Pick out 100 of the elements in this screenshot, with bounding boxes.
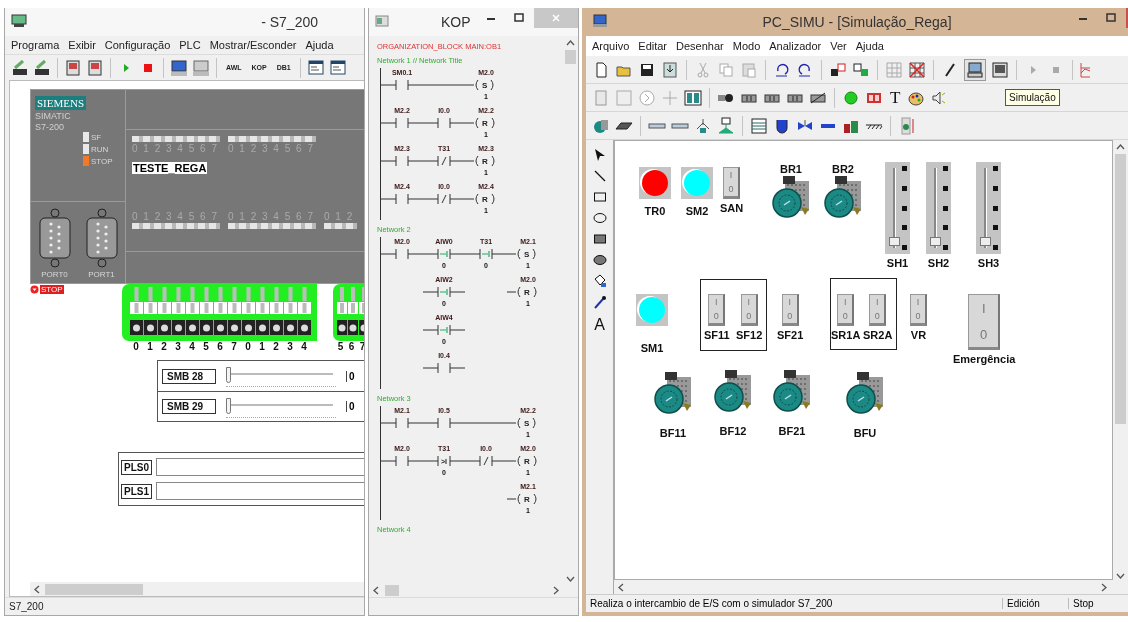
device-label: SM1: [640, 342, 664, 354]
twin-display-icon[interactable]: [684, 88, 702, 107]
scroll-up-icon[interactable]: [1116, 143, 1125, 152]
menu-item[interactable]: Editar: [638, 40, 668, 52]
line-icon[interactable]: [592, 169, 607, 183]
slider-thumb[interactable]: [226, 367, 231, 383]
scroll-down-icon[interactable]: [566, 574, 575, 583]
plc-transfer-icon[interactable]: [33, 58, 51, 77]
window-icon: [375, 15, 389, 27]
analog-slider[interactable]: [226, 365, 336, 387]
scroll-left-icon[interactable]: [33, 584, 42, 594]
pulse-label: PLS0: [121, 459, 152, 475]
closed-contact-symbol: [423, 192, 465, 206]
input-switch[interactable]: [213, 287, 227, 337]
maximize-icon[interactable]: [1106, 13, 1116, 23]
ellipse-icon[interactable]: [592, 211, 607, 225]
pulse-label: PLS1: [121, 483, 152, 499]
input-switch[interactable]: [255, 287, 269, 337]
scrollbar-thumb[interactable]: [45, 583, 143, 595]
menu-item[interactable]: Configuração: [104, 39, 171, 51]
menu-item[interactable]: Ajuda: [305, 39, 334, 51]
device-label: SR1A: [831, 329, 861, 341]
group-frame: [830, 278, 897, 350]
blank-tile-icon[interactable]: [615, 88, 633, 107]
scroll-left-icon[interactable]: [617, 582, 626, 592]
input-switch[interactable]: [129, 287, 143, 337]
level-slider[interactable]: [926, 162, 951, 254]
menu-item[interactable]: Arquivo: [592, 40, 630, 52]
input-switch[interactable]: [227, 287, 241, 337]
menu-item[interactable]: PLC: [179, 39, 201, 51]
analog-slider[interactable]: [226, 395, 336, 418]
text-tool[interactable]: A: [594, 316, 605, 334]
lift-icon[interactable]: [717, 116, 735, 135]
scroll-up-icon[interactable]: [566, 39, 575, 48]
menu-item[interactable]: Exibir: [68, 39, 96, 51]
device-label: SR2A: [863, 329, 893, 341]
closed-contact-symbol: [465, 454, 507, 468]
chart-icon[interactable]: [1080, 60, 1090, 79]
window-icon[interactable]: [328, 58, 347, 77]
monitor-icon[interactable]: [991, 60, 1009, 79]
level-slider[interactable]: [885, 162, 910, 254]
channel-number: 3: [174, 341, 182, 352]
fill-bucket-icon[interactable]: [592, 274, 607, 288]
scrollbar-thumb[interactable]: [1115, 154, 1126, 424]
rectangle-icon[interactable]: [592, 190, 607, 204]
plc-module-icon[interactable]: [64, 58, 82, 77]
device-label: SM2: [685, 205, 709, 217]
pointer-icon[interactable]: [592, 148, 607, 162]
slider-thumb[interactable]: [889, 237, 900, 247]
input-switch[interactable]: [143, 287, 157, 337]
plc-transfer-icon[interactable]: [11, 58, 29, 77]
device-label: BR1: [780, 163, 802, 175]
eyedropper-icon[interactable]: [592, 295, 607, 309]
scroll-down-icon[interactable]: [1116, 571, 1125, 580]
scroll-right-icon[interactable]: [1099, 582, 1108, 592]
app-icon: [11, 14, 27, 28]
slider-thumb[interactable]: [930, 237, 941, 247]
filled-rectangle-icon[interactable]: [592, 232, 607, 246]
window-title: - S7_200: [261, 14, 318, 30]
input-switch[interactable]: [241, 287, 255, 337]
maximize-icon[interactable]: [514, 13, 524, 23]
analog-value: 0: [346, 370, 355, 382]
lamp-icon[interactable]: [842, 88, 860, 107]
input-switch[interactable]: [347, 287, 358, 337]
scrollbar-thumb[interactable]: [565, 50, 576, 64]
crane-icon[interactable]: [694, 116, 712, 135]
input-switch[interactable]: [297, 287, 311, 337]
computer-icon[interactable]: [170, 58, 188, 77]
menu-item[interactable]: Programa: [11, 39, 60, 51]
toggle-switch-icon[interactable]: [592, 88, 610, 107]
scrollbar-thumb[interactable]: [385, 584, 399, 596]
menu-item[interactable]: Modo: [732, 40, 761, 52]
input-switch[interactable]: [336, 287, 347, 337]
slider-icon[interactable]: [898, 116, 916, 135]
input-switch[interactable]: [171, 287, 185, 337]
window-icon[interactable]: [306, 58, 325, 77]
menu-item[interactable]: Analizador: [769, 40, 822, 52]
level-slider[interactable]: [976, 162, 1001, 254]
menu-item[interactable]: Ver: [830, 40, 847, 52]
tank-icon[interactable]: [750, 116, 768, 135]
grid-delete-icon[interactable]: [908, 60, 926, 79]
input-switch[interactable]: [185, 287, 199, 337]
slider-thumb[interactable]: [980, 237, 991, 247]
scroll-left-icon[interactable]: [372, 585, 381, 595]
input-switch[interactable]: [199, 287, 213, 337]
filled-ellipse-icon[interactable]: [592, 253, 607, 267]
input-switch[interactable]: [157, 287, 171, 337]
menu-item[interactable]: Mostrar/Esconder: [209, 39, 297, 51]
input-switch[interactable]: [283, 287, 297, 337]
slider-thumb[interactable]: [226, 397, 231, 414]
input-switch[interactable]: [269, 287, 283, 337]
menu-item[interactable]: Desenhar: [676, 40, 724, 52]
device-label: BF21: [778, 425, 806, 437]
import-icon[interactable]: [661, 60, 679, 79]
plc-module-icon[interactable]: [86, 58, 104, 77]
scroll-right-icon[interactable]: [551, 585, 560, 595]
menu-item[interactable]: Ajuda: [855, 40, 884, 52]
text-tool[interactable]: T: [888, 87, 903, 108]
simulation-button[interactable]: [964, 58, 986, 81]
exchange-icon[interactable]: [829, 60, 847, 79]
